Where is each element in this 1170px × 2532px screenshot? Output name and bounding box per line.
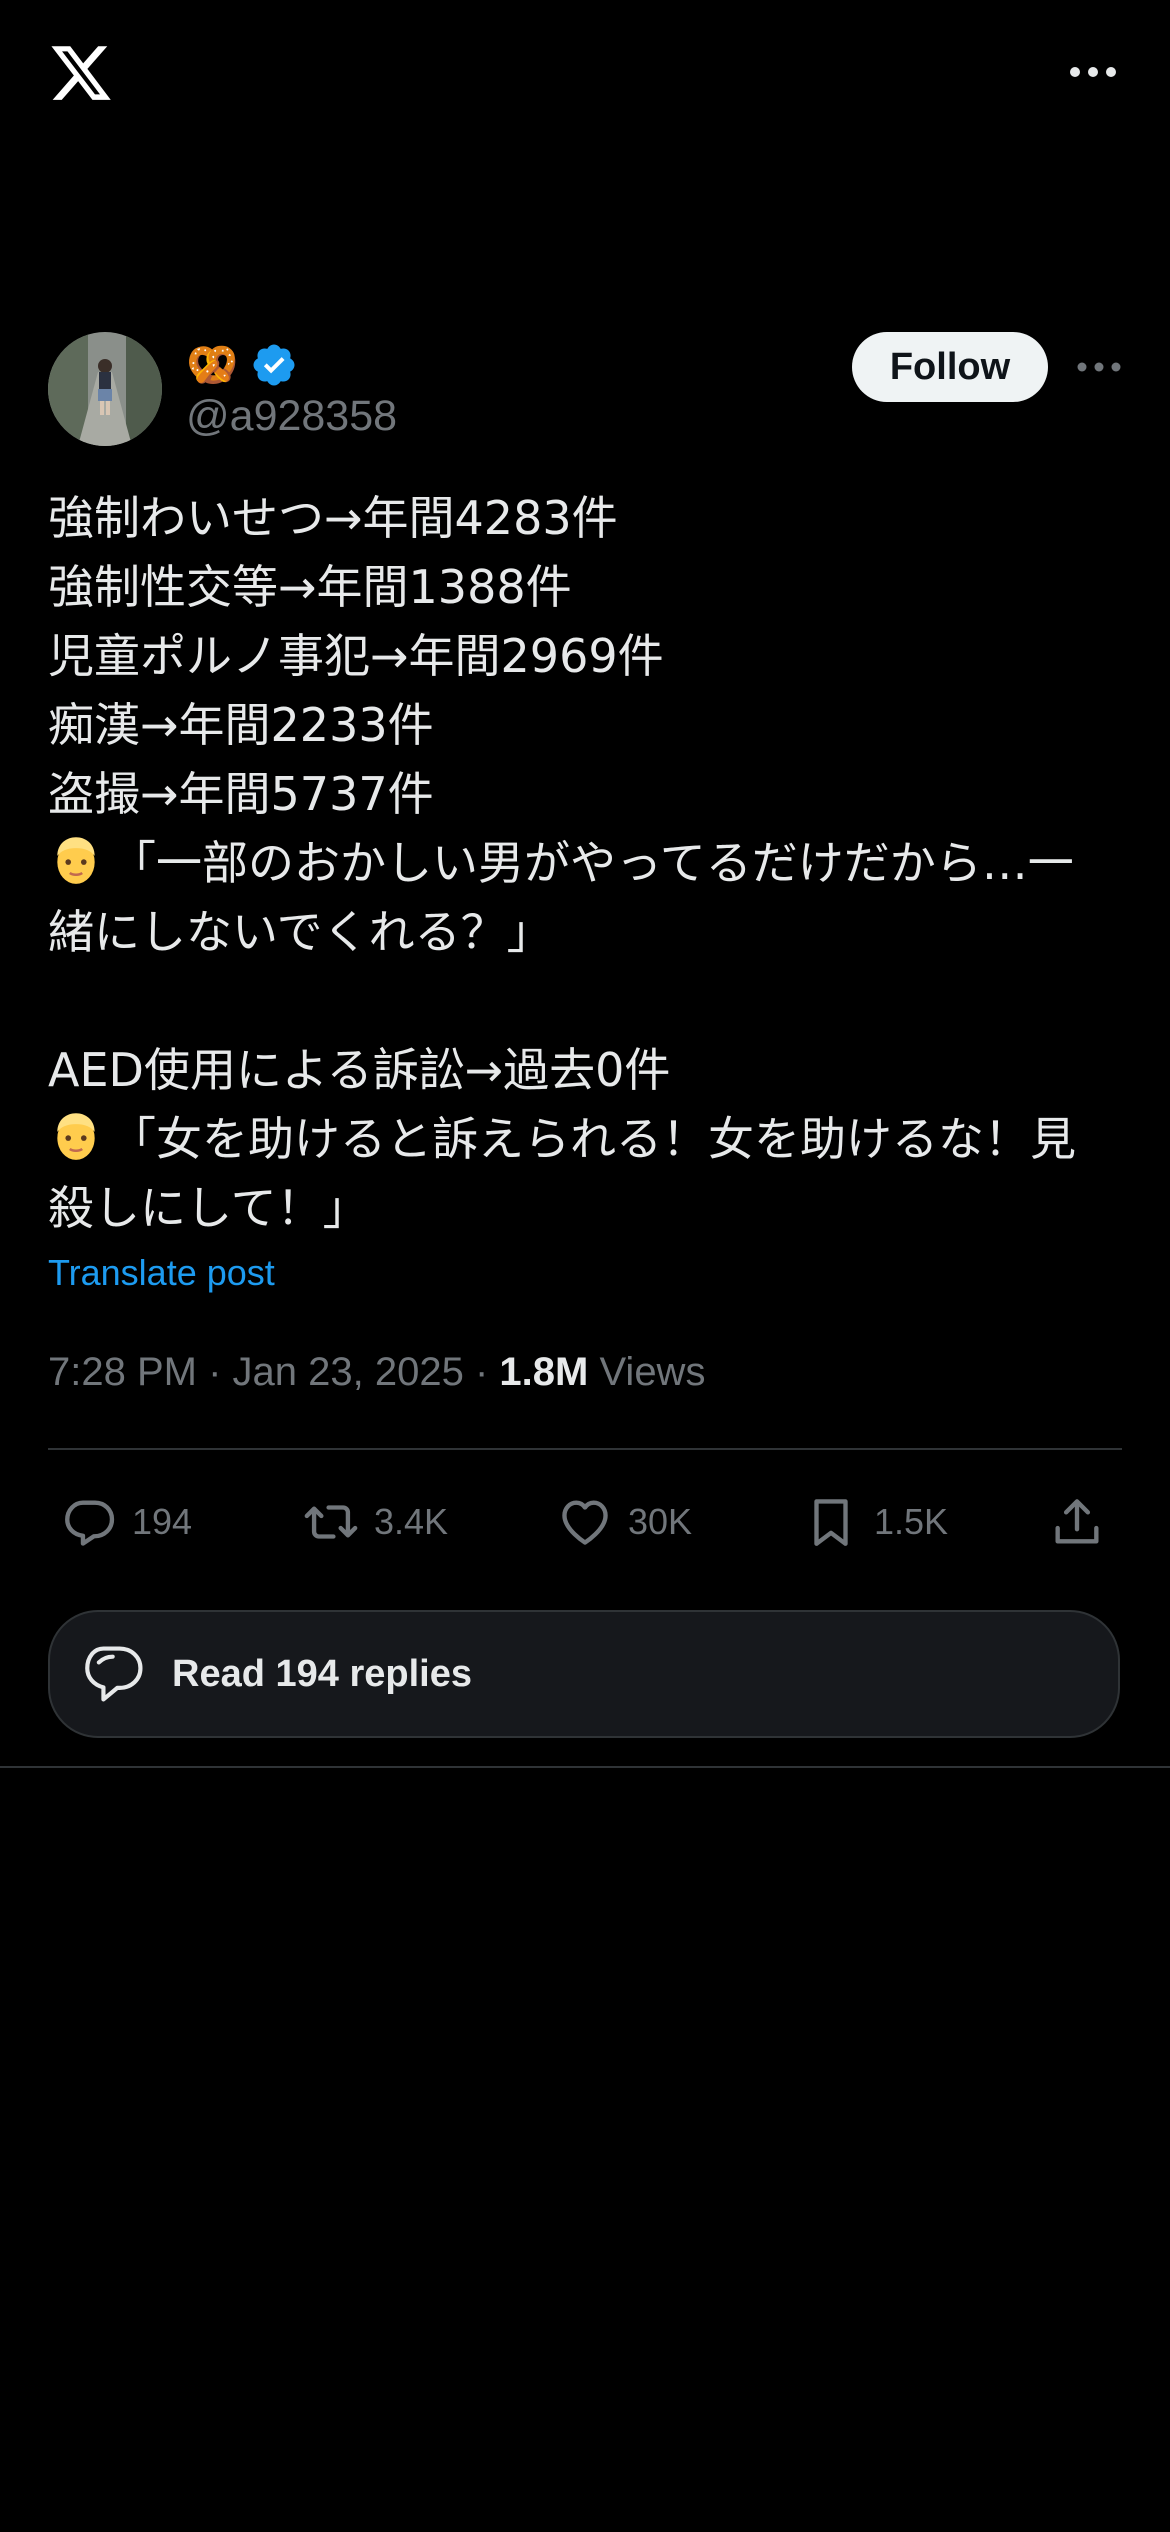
more-horizontal-icon[interactable] bbox=[1068, 60, 1118, 84]
repost-count: 3.4K bbox=[374, 1501, 449, 1542]
verified-badge-icon bbox=[253, 344, 295, 386]
tweet-line: 強制性交等→年間1388件 bbox=[48, 560, 572, 614]
reply-bubbles-icon bbox=[85, 1646, 143, 1702]
tweet-line: 痴漢→年間2233件 bbox=[48, 698, 434, 752]
divider bbox=[0, 1766, 1170, 1768]
bookmark-button[interactable]: 1.5K bbox=[802, 1482, 948, 1562]
quote-text: 「一部のおかしい男がやってるだけだから…一 bbox=[110, 836, 1074, 890]
meta-separator: · bbox=[208, 1350, 233, 1394]
repost-icon bbox=[304, 1505, 358, 1539]
heart-icon bbox=[562, 1500, 608, 1545]
quote-text: 「女を助けると訴えられる！女を助けるな！見 bbox=[110, 1112, 1076, 1166]
tweet-line: 緒にしないでくれる？」 bbox=[48, 905, 553, 959]
tweet-meta: 7:28 PM · Jan 23, 2025 · 1.8M Views bbox=[48, 1350, 705, 1395]
display-name: 🥨 bbox=[186, 341, 239, 388]
follow-button[interactable]: Follow bbox=[852, 332, 1048, 402]
read-replies-button[interactable]: Read 194 replies bbox=[48, 1610, 1120, 1738]
reply-button[interactable]: 194 bbox=[60, 1482, 192, 1562]
avatar[interactable] bbox=[48, 332, 162, 446]
man-face-emoji-icon bbox=[57, 837, 95, 884]
divider bbox=[48, 1448, 1122, 1450]
tweet-line: 強制わいせつ→年間4283件 bbox=[48, 491, 618, 545]
like-button[interactable]: 30K bbox=[556, 1482, 692, 1562]
tweet-line: 盗撮→年間5737件 bbox=[48, 767, 434, 821]
tweet-line: AED使用による訴訟→過去0件 bbox=[48, 1043, 671, 1097]
reply-count: 194 bbox=[132, 1501, 193, 1542]
translate-post-link[interactable]: Translate post bbox=[48, 1252, 275, 1294]
avatar-image bbox=[48, 332, 162, 446]
x-logo-icon[interactable] bbox=[46, 40, 116, 106]
user-handle[interactable]: @a928358 bbox=[186, 392, 397, 441]
tweet-line: 殺しにして！」 bbox=[48, 1181, 369, 1235]
tweet-line: 児童ポルノ事犯→年間2969件 bbox=[48, 629, 664, 683]
reply-icon bbox=[65, 1500, 115, 1546]
bookmark-count: 1.5K bbox=[874, 1501, 949, 1542]
read-replies-label: Read 194 replies bbox=[172, 1652, 472, 1695]
top-bar bbox=[0, 0, 1170, 150]
share-icon bbox=[1055, 1499, 1099, 1544]
display-name-row[interactable]: 🥨 bbox=[186, 338, 298, 392]
views-label: Views bbox=[599, 1350, 706, 1394]
repost-button[interactable]: 3.4K bbox=[302, 1482, 448, 1562]
tweet-text: 強制わいせつ→年間4283件 強制性交等→年間1388件 児童ポルノ事犯→年間2… bbox=[48, 484, 1128, 1243]
views-count: 1.8M bbox=[499, 1350, 589, 1394]
tweet-more-icon[interactable] bbox=[1076, 356, 1122, 378]
tweet-date[interactable]: Jan 23, 2025 bbox=[233, 1350, 464, 1394]
like-count: 30K bbox=[628, 1501, 693, 1542]
tweet-line-quote: 「一部のおかしい男がやってるだけだから…一 bbox=[48, 829, 1128, 898]
meta-separator: · bbox=[474, 1350, 500, 1394]
tweet-line-quote: 「女を助けると訴えられる！女を助けるな！見 bbox=[48, 1105, 1128, 1174]
man-face-emoji-icon bbox=[57, 1113, 95, 1160]
tweet-time[interactable]: 7:28 PM bbox=[48, 1350, 197, 1394]
action-bar: 194 3.4K 30K 1.5K bbox=[48, 1482, 1122, 1562]
bookmark-icon bbox=[814, 1499, 848, 1546]
share-button[interactable] bbox=[1048, 1482, 1106, 1562]
tweet-header: 🥨 @a928358 Follow bbox=[48, 332, 1122, 452]
